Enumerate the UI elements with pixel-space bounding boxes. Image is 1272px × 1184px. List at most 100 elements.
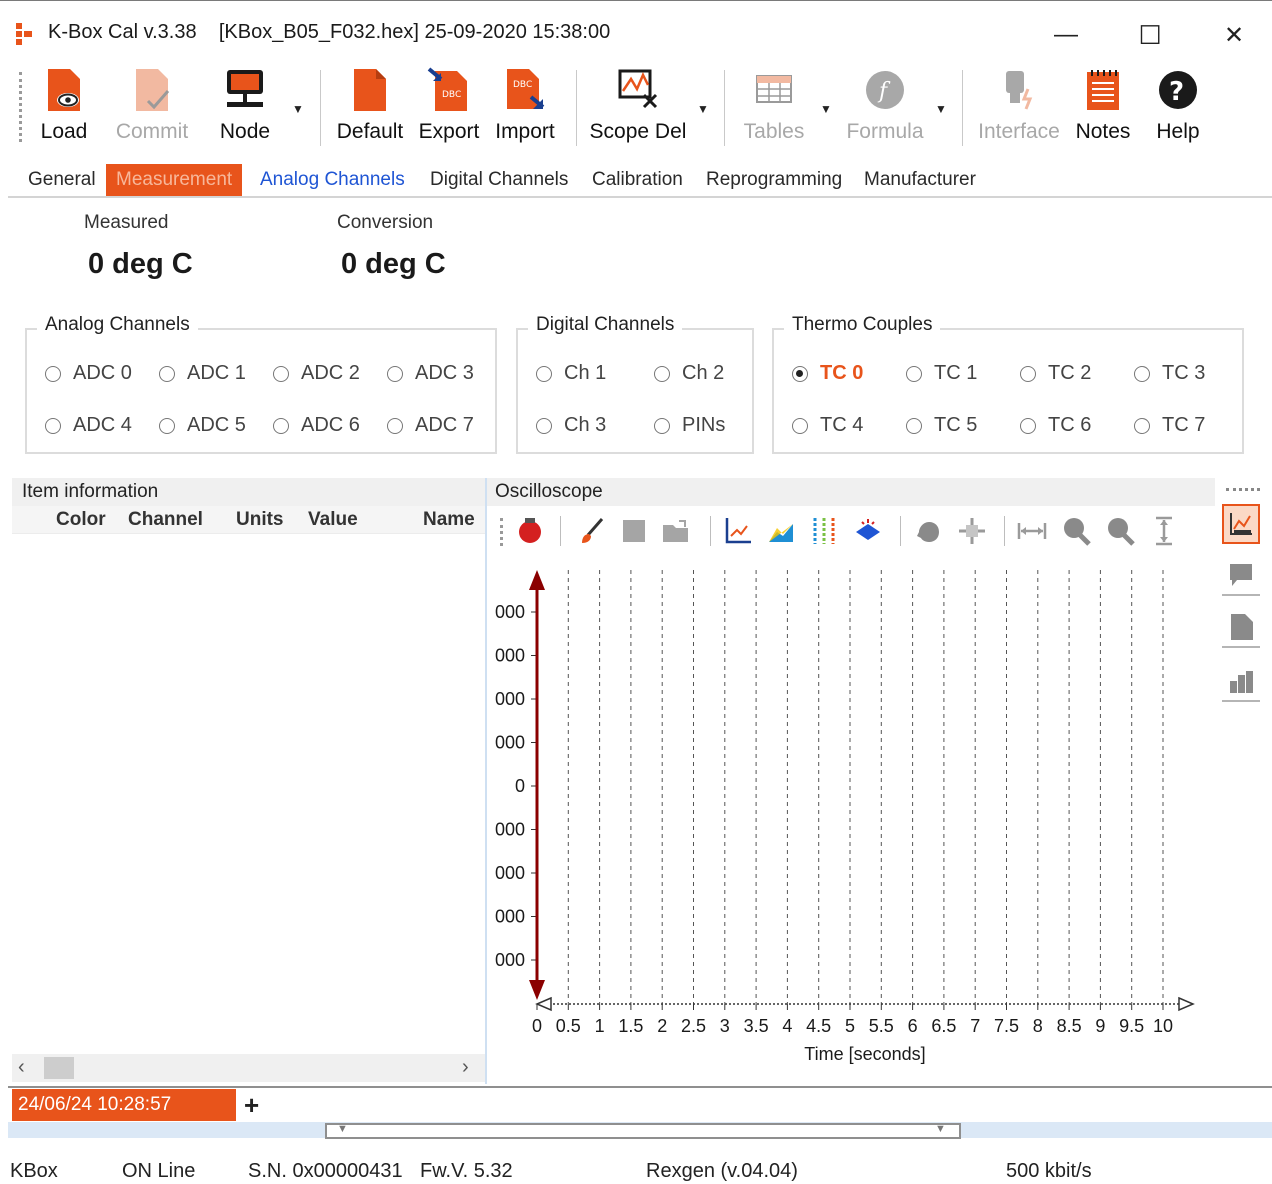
scope-toolbar-grip[interactable] — [500, 518, 503, 546]
x-tick-label: 0 — [532, 1016, 542, 1036]
tab-general[interactable]: General — [18, 164, 106, 196]
svg-text:DBC: DBC — [513, 80, 532, 90]
radio-adc-1[interactable]: ADC 1 — [159, 362, 246, 385]
export-icon: DBC — [425, 66, 473, 114]
radio-tc-2[interactable]: TC 2 — [1020, 362, 1091, 385]
y-tick-label: 000 — [495, 907, 525, 927]
column-color[interactable]: Color — [56, 509, 106, 531]
radio-tc-0[interactable]: TC 0 — [792, 362, 863, 385]
side-panel-button-1[interactable] — [1222, 556, 1260, 596]
radio-tc-6[interactable]: TC 6 — [1020, 414, 1091, 437]
scope-dropdown-icon[interactable]: ▼ — [697, 102, 709, 116]
conversion-value: 0 deg C — [341, 248, 446, 280]
import-icon: DBC — [501, 66, 549, 114]
move-icon[interactable] — [956, 512, 988, 550]
import-button[interactable]: DBC Import — [492, 66, 558, 152]
bottom-scrollbar[interactable]: ▼ ▼ — [325, 1123, 961, 1139]
tab-calibration[interactable]: Calibration — [582, 164, 693, 196]
radio-ch-2[interactable]: Ch 2 — [654, 362, 724, 385]
load-button[interactable]: Load — [38, 66, 90, 152]
radio-adc-0[interactable]: ADC 0 — [45, 362, 132, 385]
record-icon[interactable] — [514, 512, 546, 550]
zoom-out-icon[interactable] — [1104, 512, 1136, 550]
scroll-right-icon[interactable]: › — [462, 1056, 469, 1079]
layers-icon[interactable] — [852, 512, 884, 550]
status-serial-number: S.N. 0x00000431 — [248, 1160, 403, 1182]
radio-adc-2[interactable]: ADC 2 — [273, 362, 360, 385]
digital-channels-group: Digital Channels Ch 1 Ch 2 Ch 3 PINs — [516, 314, 754, 454]
radio-tc-4[interactable]: TC 4 — [792, 414, 863, 437]
stop-icon[interactable] — [618, 512, 650, 550]
channels-icon[interactable] — [808, 512, 840, 550]
toolbar-grip[interactable] — [19, 72, 22, 142]
column-value[interactable]: Value — [308, 509, 358, 531]
thermo-couples-title: Thermo Couples — [784, 314, 941, 336]
radio-pins[interactable]: PINs — [654, 414, 725, 437]
radio-adc-4[interactable]: ADC 4 — [45, 414, 132, 437]
radio-tc-5[interactable]: TC 5 — [906, 414, 977, 437]
fit-width-icon[interactable] — [1016, 512, 1048, 550]
column-units[interactable]: Units — [236, 509, 284, 531]
node-button[interactable]: Node — [214, 66, 276, 152]
radio-adc-5[interactable]: ADC 5 — [159, 414, 246, 437]
add-tab-button[interactable]: + — [244, 1090, 259, 1121]
oscilloscope-plot[interactable]: 0000000000000000000000000 0 0.5 1 1.5 2 2.5 3 3… — [487, 558, 1215, 1078]
pan-hand-icon[interactable] — [912, 512, 944, 550]
column-channel[interactable]: Channel — [128, 509, 203, 531]
radio-tc-7[interactable]: TC 7 — [1134, 414, 1205, 437]
chart-view-button[interactable] — [1222, 504, 1260, 544]
export-button[interactable]: DBC Export — [416, 66, 482, 152]
column-name[interactable]: Name — [423, 509, 475, 531]
formula-dropdown-icon[interactable]: ▼ — [935, 102, 947, 116]
axis-chart-icon[interactable] — [722, 512, 754, 550]
item-horizontal-scrollbar[interactable]: ‹ › — [12, 1054, 486, 1082]
tables-dropdown-icon[interactable]: ▼ — [820, 102, 832, 116]
chevron-down-icon[interactable]: ▼ — [935, 1123, 946, 1135]
minimize-button[interactable]: — — [1048, 19, 1084, 51]
radio-tc-3[interactable]: TC 3 — [1134, 362, 1205, 385]
fit-height-icon[interactable] — [1148, 512, 1180, 550]
radio-adc-7[interactable]: ADC 7 — [387, 414, 474, 437]
item-information-panel: Item information Color Channel Units Val… — [12, 478, 486, 1084]
radio-adc-3[interactable]: ADC 3 — [387, 362, 474, 385]
radio-adc-6[interactable]: ADC 6 — [273, 414, 360, 437]
interface-button[interactable]: Interface — [976, 66, 1062, 152]
formula-button[interactable]: f Formula — [842, 66, 928, 152]
scroll-left-icon[interactable]: ‹ — [18, 1056, 25, 1079]
window-title: K-Box Cal v.3.38 [KBox_B05_F032.hex] 25-… — [48, 21, 611, 43]
y-tick-label: 0 — [515, 776, 525, 796]
area-chart-icon[interactable] — [766, 512, 798, 550]
side-grip[interactable] — [1226, 488, 1260, 491]
side-panel-button-2[interactable] — [1222, 608, 1260, 648]
default-button[interactable]: Default — [334, 66, 406, 152]
scope-del-button[interactable]: Scope Del — [588, 66, 688, 152]
tab-analog-channels[interactable]: Analog Channels — [250, 164, 415, 196]
close-button[interactable]: ✕ — [1216, 19, 1252, 51]
tables-button[interactable]: Tables — [738, 66, 810, 152]
scope-separator — [900, 516, 901, 546]
chevron-down-icon[interactable]: ▼ — [337, 1123, 348, 1135]
radio-tc-1[interactable]: TC 1 — [906, 362, 977, 385]
main-tabs: General Measurement Analog Channels Digi… — [8, 162, 1272, 198]
brush-icon[interactable] — [576, 512, 608, 550]
tab-reprogramming[interactable]: Reprogramming — [696, 164, 852, 196]
app-logo-icon — [16, 23, 32, 45]
session-tab[interactable]: 24/06/24 10:28:57 — [12, 1089, 236, 1121]
radio-ch-3[interactable]: Ch 3 — [536, 414, 606, 437]
bottom-divider — [8, 1086, 1272, 1088]
zoom-in-icon[interactable] — [1060, 512, 1092, 550]
node-dropdown-icon[interactable]: ▼ — [292, 102, 304, 116]
tab-manufacturer[interactable]: Manufacturer — [854, 164, 986, 196]
open-folder-icon[interactable] — [660, 512, 692, 550]
bar-chart-icon — [1230, 671, 1253, 693]
toolbar-separator — [962, 70, 963, 146]
radio-ch-1[interactable]: Ch 1 — [536, 362, 606, 385]
commit-button[interactable]: Commit — [110, 66, 194, 152]
side-panel-button-3[interactable] — [1222, 662, 1260, 702]
maximize-button[interactable]: ☐ — [1132, 19, 1168, 51]
help-button[interactable]: ? Help — [1150, 66, 1206, 152]
tab-measurement[interactable]: Measurement — [106, 164, 243, 196]
scrollbar-thumb[interactable] — [44, 1057, 74, 1079]
notes-button[interactable]: Notes — [1072, 66, 1134, 152]
tab-digital-channels[interactable]: Digital Channels — [420, 164, 578, 196]
